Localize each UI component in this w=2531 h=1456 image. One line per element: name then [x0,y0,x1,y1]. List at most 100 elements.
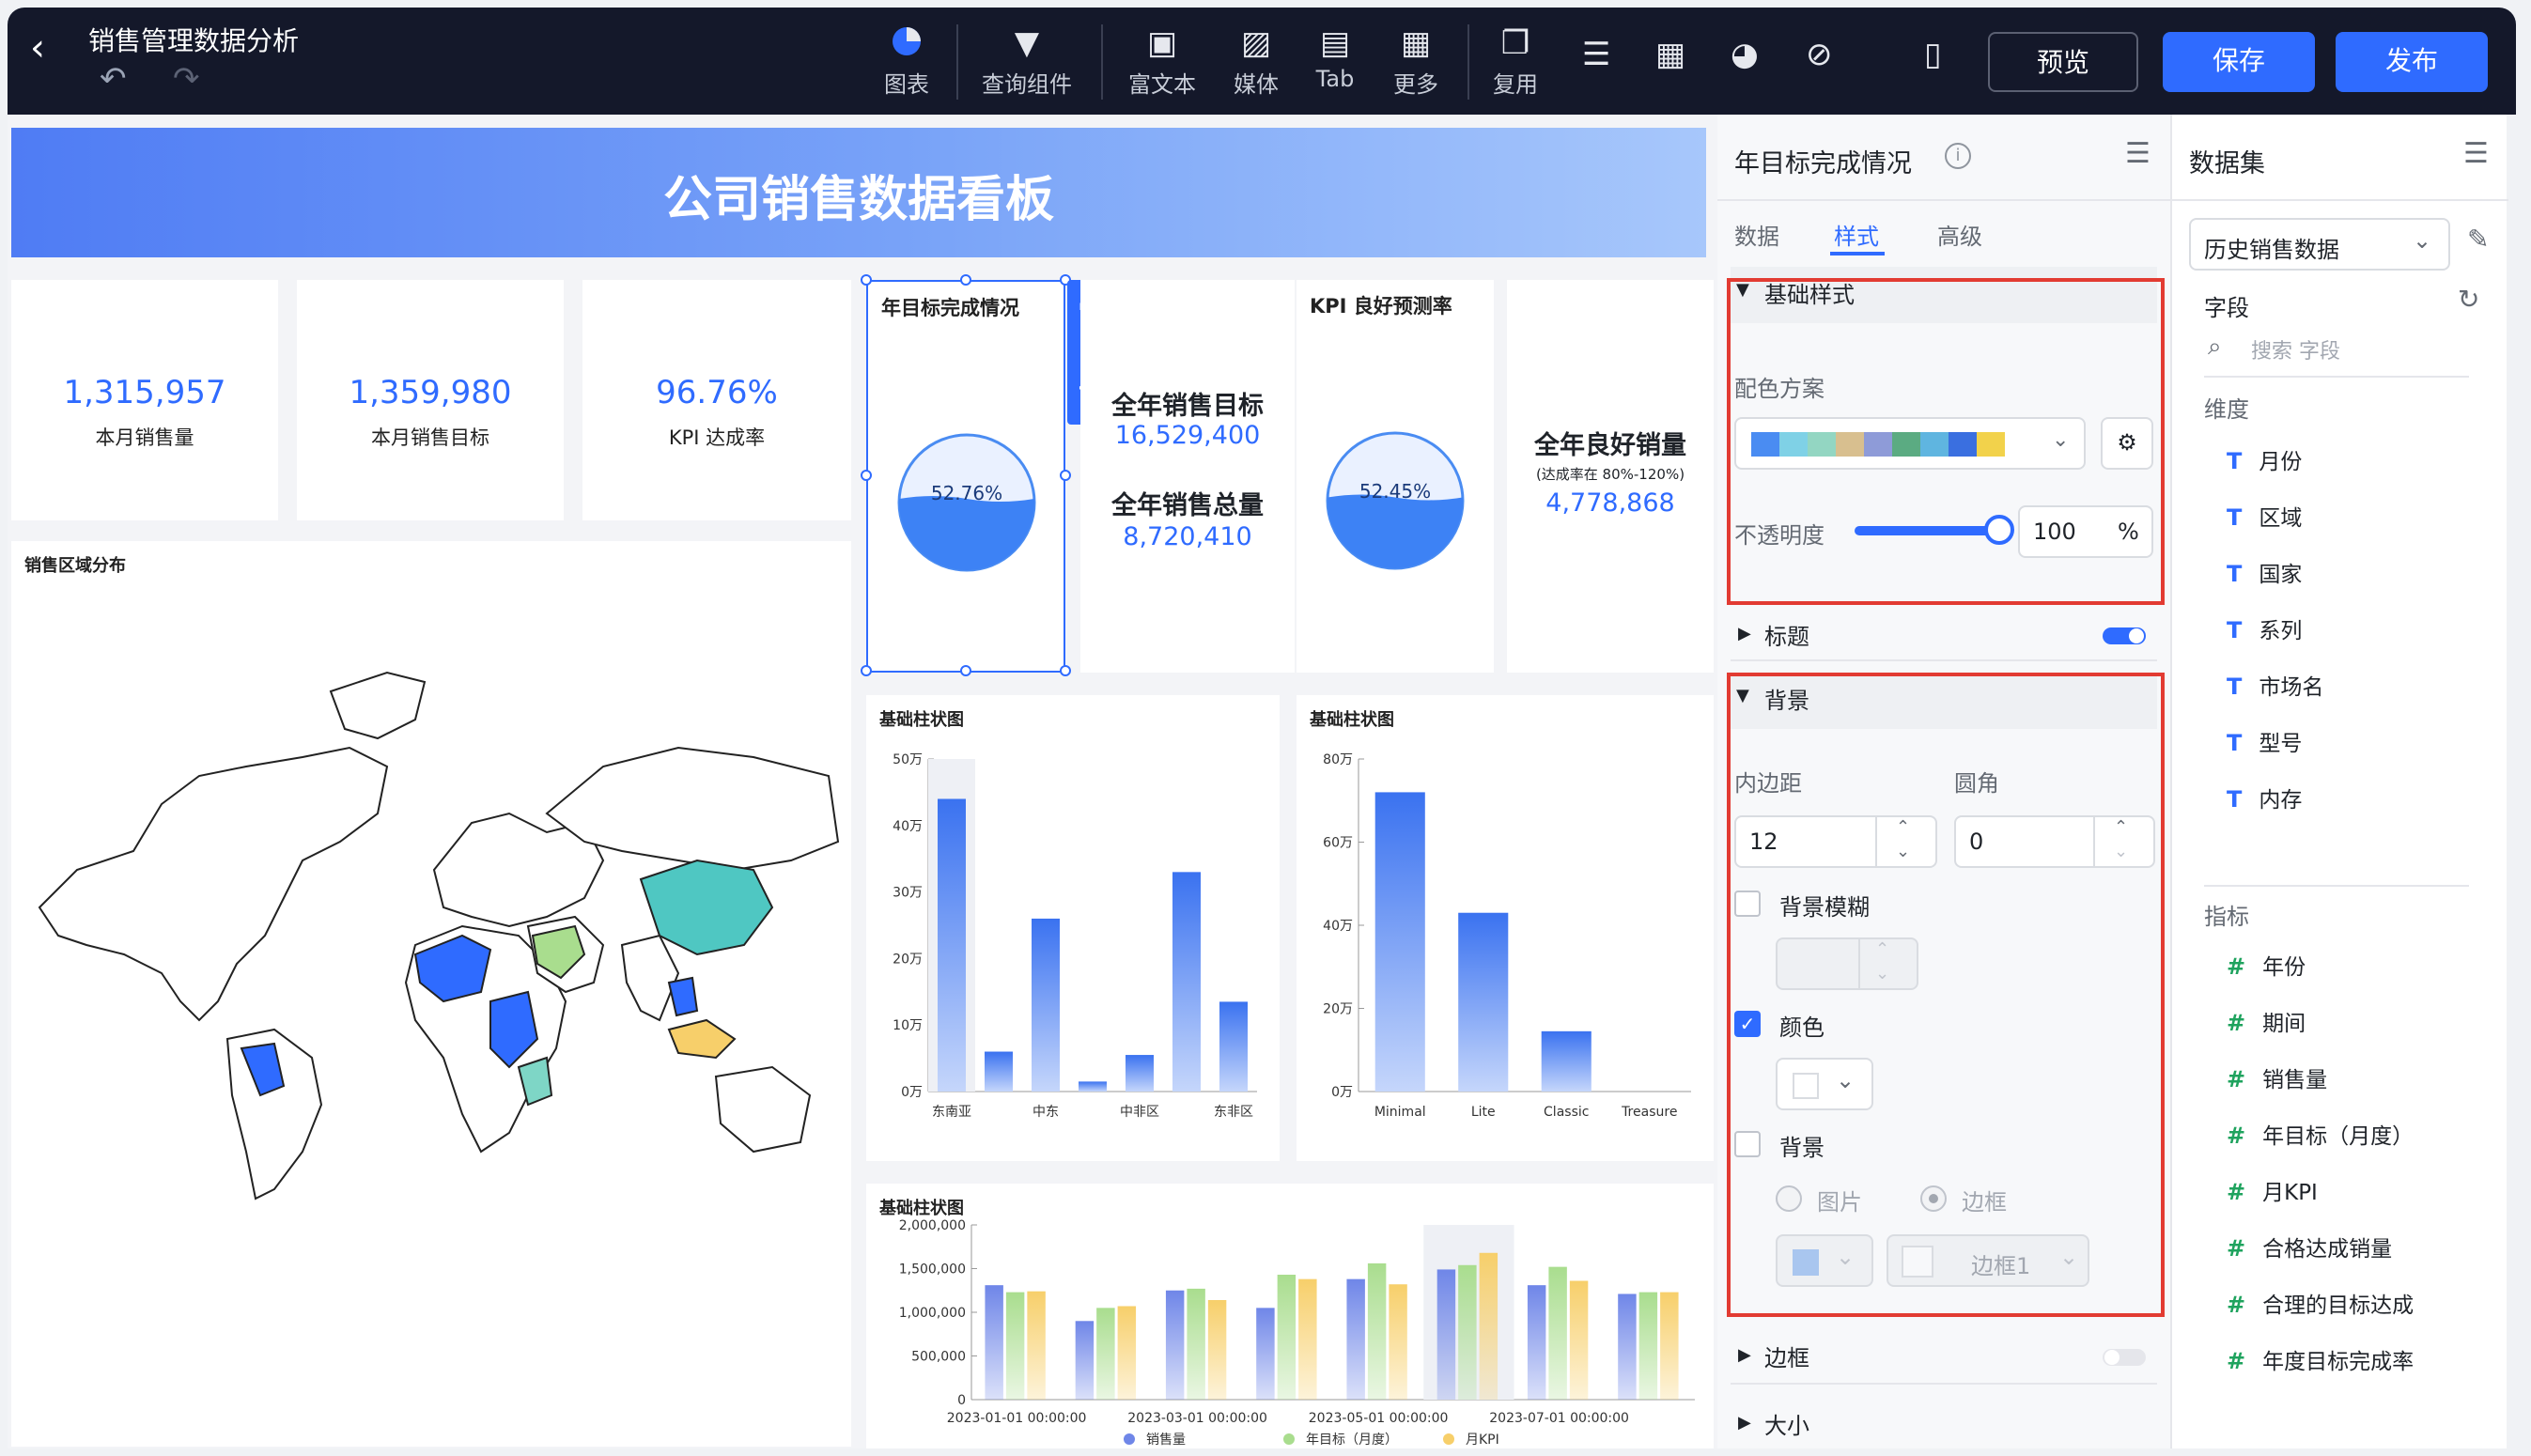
text-type-icon: T [2227,617,2243,643]
field-name: 型号 [2259,732,2303,756]
resize-handle[interactable] [861,665,872,676]
save-button[interactable]: 保存 [2163,32,2315,92]
gauge-liquid: 52.45% [1326,431,1465,570]
dimension-field[interactable]: T 市场名 [2227,669,2323,701]
copy-icon: ❐ [1500,24,1530,62]
dimension-field[interactable]: T 型号 [2227,725,2302,757]
metric-field[interactable]: # 合理的目标达成 [2227,1287,2414,1319]
number-type-icon: # [2227,1292,2246,1318]
map-card[interactable]: 销售区域分布 [11,541,851,1447]
resize-handle[interactable] [1060,665,1071,676]
back-icon[interactable]: ‹ [30,26,45,70]
kpi-card[interactable]: 96.76% KPI 达成率 [582,280,851,520]
search-input[interactable]: 搜索 字段 [2251,334,2340,364]
resize-handle[interactable] [1060,470,1071,481]
metric-field[interactable]: # 期间 [2227,1005,2306,1037]
bar [985,1051,1013,1092]
resize-handle[interactable] [960,274,971,286]
metric-field[interactable]: # 年度目标完成率 [2227,1343,2414,1375]
tab-data[interactable]: 数据 [1734,218,1779,251]
map-greenland [329,671,427,740]
field-name: 合格达成销量 [2262,1237,2393,1262]
section-border-label[interactable]: 边框 [1764,1340,1809,1372]
metric-field[interactable]: # 年份 [2227,949,2306,981]
tool-query[interactable]: ▼ 查询组件 [975,24,1079,99]
resize-handle[interactable] [861,274,872,286]
number-type-icon: # [2227,1179,2246,1205]
bar-chart-card[interactable]: 基础柱状图 0 500,000 1,000,000 1,500,000 2,000,00… [866,1184,1714,1448]
metric-field[interactable]: # 年目标（月度） [2227,1118,2414,1150]
kpi-value: 96.76% [656,374,778,411]
pie-chart-icon [855,24,958,66]
divider [1731,659,2157,661]
bar [1172,872,1201,1092]
border-toggle[interactable] [2103,1349,2146,1366]
undo-icon[interactable]: ↶ [100,60,127,98]
section-size-label[interactable]: 大小 [1764,1407,1809,1440]
publish-button[interactable]: 发布 [2336,32,2488,92]
bar [1618,1293,1637,1400]
title-toggle[interactable] [2103,627,2146,644]
map-australia [714,1065,812,1154]
annual-card[interactable]: 全年销售目标 16,529,400 全年销售总量 8,720,410 [1080,280,1295,673]
text-type-icon: T [2227,504,2243,531]
refresh-icon[interactable]: ↻ [2458,284,2479,315]
field-name: 年度目标完成率 [2262,1350,2415,1374]
tool-chart[interactable]: 图表 [855,24,958,99]
number-type-icon: # [2227,1235,2246,1262]
y-tick-label: 1,500,000 [899,1262,966,1278]
divider [2172,199,2508,201]
bar-chart-1: 0万 10万 20万 30万 40万 50万东南亚 中东 中非区 东非区 [893,752,1257,1120]
info-icon[interactable]: i [1945,143,1971,169]
field-name: 月KPI [2262,1181,2318,1205]
mobile-icon[interactable]: ▯ [1924,36,1942,73]
dimension-field[interactable]: T 区域 [2227,500,2302,532]
theme-icon[interactable]: ◕ [1731,36,1759,73]
text-type-icon: T [2227,786,2243,813]
redo-icon[interactable]: ↷ [173,60,200,98]
metric-field[interactable]: # 合格达成销量 [2227,1231,2392,1262]
section-title-label[interactable]: 标题 [1764,618,1809,651]
resize-handle[interactable] [861,470,872,481]
dimension-field[interactable]: T 系列 [2227,612,2302,644]
edit-icon[interactable]: ✎ [2467,224,2489,255]
tab-advanced[interactable]: 高级 [1937,218,1982,251]
divider [1717,199,2170,201]
bar [1165,1290,1185,1400]
tab-style[interactable]: 样式 [1834,218,1879,251]
preview-button[interactable]: 预览 [1988,32,2138,92]
tool-chart-label: 图表 [884,71,929,98]
layout-icon[interactable]: ▦ [1655,36,1685,73]
tool-richtext[interactable]: ▣ 富文本 [1110,24,1214,99]
gauge-card-selected[interactable]: 年目标完成情况 52.76% [866,280,1065,673]
menu-icon[interactable]: ☰ [2125,137,2151,170]
hide-icon[interactable]: ⊘ [1806,36,1833,73]
kpi-card[interactable]: 1,359,980 本月销售目标 [297,280,564,520]
total-label: 全年销售总量 [1111,491,1264,520]
metric-field[interactable]: # 月KPI [2227,1174,2318,1206]
tool-reuse[interactable]: ❐ 复用 [1464,24,1567,99]
good-sales-card[interactable]: 全年良好销量 (达成率在 80%-120%) 4,778,868 [1507,280,1714,673]
tool-tab-label: Tab [1315,66,1355,92]
x-tick-label: 东南亚 [932,1105,971,1120]
metric-field[interactable]: # 销售量 [2227,1061,2327,1093]
dimension-field[interactable]: T 国家 [2227,556,2302,588]
bar-chart-card[interactable]: 基础柱状图 0万 10万 20万 30万 40万 50万 东南亚 中东 中非区 东非区 [866,695,1280,1161]
settings-sliders-icon[interactable]: ☰ [1582,36,1610,73]
dimension-field[interactable]: T 内存 [2227,782,2302,813]
gauge-card[interactable]: KPI 良好预测率 52.45% [1297,280,1494,673]
menu-icon[interactable]: ☰ [2463,137,2489,170]
toolbar-divider [956,24,958,100]
bar [1027,1291,1046,1400]
dataset-select[interactable]: 历史销售数据 ⌄ [2189,218,2450,271]
search-icon: ⌕ [2208,333,2222,361]
bar [938,798,966,1092]
dimension-field[interactable]: T 月份 [2227,443,2302,475]
resize-handle[interactable] [960,665,971,676]
bar [1126,1055,1154,1092]
tab-indicator [1830,252,1885,256]
tool-more[interactable]: ▦ 更多 [1364,24,1467,99]
bar-chart-card[interactable]: 基础柱状图 0万 20万 40万 60万 80万 Minimal Lite Classic Tr… [1297,695,1714,1161]
field-name: 市场名 [2259,675,2324,700]
kpi-card[interactable]: 1,315,957 本月销售量 [11,280,278,520]
